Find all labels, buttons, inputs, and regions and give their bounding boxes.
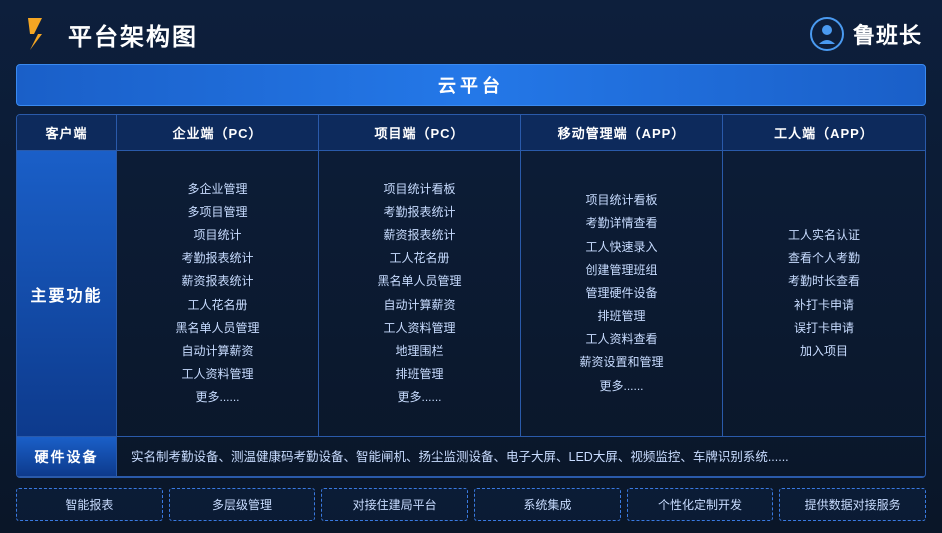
list-item: 考勤详情查看 — [585, 214, 657, 233]
list-item: 排班管理 — [395, 365, 443, 384]
list-item: 管理硬件设备 — [585, 284, 657, 303]
main-container: 平台架构图 鲁班长 云平台 客户端 企业端（PC） 项目端（PC） 移动管理端（… — [0, 0, 942, 533]
feature-item-1: 多层级管理 — [169, 488, 316, 521]
main-function-label: 主要功能 — [17, 151, 117, 436]
list-item: 创建管理班组 — [585, 261, 657, 280]
brand-name: 鲁班长 — [853, 18, 922, 50]
list-item: 项目统计 — [193, 226, 241, 245]
enterprise-col: 多企业管理 多项目管理 项目统计 考勤报表统计 薪资报表统计 工人花名册 黑名单… — [117, 151, 319, 436]
feature-item-3: 系统集成 — [474, 488, 621, 521]
project-col: 项目统计看板 考勤报表统计 薪资报表统计 工人花名册 黑名单人员管理 自动计算薪… — [319, 151, 521, 436]
header: 平台架构图 鲁班长 — [16, 12, 926, 56]
list-item: 黑名单人员管理 — [175, 319, 259, 338]
brand-logo: 鲁班长 — [809, 16, 922, 52]
list-item: 工人资料管理 — [181, 365, 253, 384]
cloud-bar: 云平台 — [16, 64, 926, 106]
list-item: 项目统计看板 — [383, 180, 455, 199]
page-title: 平台架构图 — [68, 17, 198, 52]
feature-item-0: 智能报表 — [16, 488, 163, 521]
logo-icon — [20, 16, 56, 52]
main-function-row: 主要功能 多企业管理 多项目管理 项目统计 考勤报表统计 薪资报表统计 工人花名… — [17, 151, 925, 437]
list-item: 工人花名册 — [187, 296, 247, 315]
list-item: 工人花名册 — [389, 249, 449, 268]
feature-item-4: 个性化定制开发 — [627, 488, 774, 521]
hardware-label: 硬件设备 — [17, 437, 117, 476]
header-left: 平台架构图 — [20, 16, 198, 52]
list-item: 多企业管理 — [187, 180, 247, 199]
col-header-worker: 工人端（APP） — [723, 115, 925, 150]
col-headers-row: 客户端 企业端（PC） 项目端（PC） 移动管理端（APP） 工人端（APP） — [17, 115, 925, 151]
list-item: 排班管理 — [597, 307, 645, 326]
list-item: 自动计算薪资 — [383, 296, 455, 315]
list-item: 薪资设置和管理 — [579, 353, 663, 372]
col-header-project: 项目端（PC） — [319, 115, 521, 150]
brand-icon — [809, 16, 845, 52]
main-table: 客户端 企业端（PC） 项目端（PC） 移动管理端（APP） 工人端（APP） … — [16, 114, 926, 478]
list-item: 工人实名认证 — [788, 226, 860, 245]
list-item: 工人资料查看 — [585, 330, 657, 349]
list-item: 黑名单人员管理 — [377, 272, 461, 291]
hardware-content: 实名制考勤设备、测温健康码考勤设备、智能闸机、扬尘监测设备、电子大屏、LED大屏… — [117, 437, 925, 476]
list-item: 薪资报表统计 — [383, 226, 455, 245]
list-item: 补打卡申请 — [794, 296, 854, 315]
col-header-enterprise: 企业端（PC） — [117, 115, 319, 150]
list-item: 自动计算薪资 — [181, 342, 253, 361]
feature-item-2: 对接住建局平台 — [321, 488, 468, 521]
hardware-row: 硬件设备 实名制考勤设备、测温健康码考勤设备、智能闸机、扬尘监测设备、电子大屏、… — [17, 437, 925, 477]
feature-row: 智能报表 多层级管理 对接住建局平台 系统集成 个性化定制开发 提供数据对接服务 — [16, 488, 926, 521]
list-item: 考勤报表统计 — [181, 249, 253, 268]
mobile-col: 项目统计看板 考勤详情查看 工人快速录入 创建管理班组 管理硬件设备 排班管理 … — [521, 151, 723, 436]
col-header-client: 客户端 — [17, 115, 117, 150]
list-item: 工人快速录入 — [585, 238, 657, 257]
list-item: 更多...... — [599, 377, 643, 396]
list-item: 加入项目 — [800, 342, 848, 361]
list-item: 薪资报表统计 — [181, 272, 253, 291]
col-header-mobile: 移动管理端（APP） — [521, 115, 723, 150]
list-item: 更多...... — [397, 388, 441, 407]
feature-item-5: 提供数据对接服务 — [779, 488, 926, 521]
list-item: 考勤报表统计 — [383, 203, 455, 222]
list-item: 项目统计看板 — [585, 191, 657, 210]
list-item: 地理围栏 — [395, 342, 443, 361]
worker-col: 工人实名认证 查看个人考勤 考勤时长查看 补打卡申请 误打卡申请 加入项目 — [723, 151, 925, 436]
list-item: 更多...... — [195, 388, 239, 407]
list-item: 误打卡申请 — [794, 319, 854, 338]
list-item: 考勤时长查看 — [788, 272, 860, 291]
list-item: 查看个人考勤 — [788, 249, 860, 268]
list-item: 工人资料管理 — [383, 319, 455, 338]
list-item: 多项目管理 — [187, 203, 247, 222]
